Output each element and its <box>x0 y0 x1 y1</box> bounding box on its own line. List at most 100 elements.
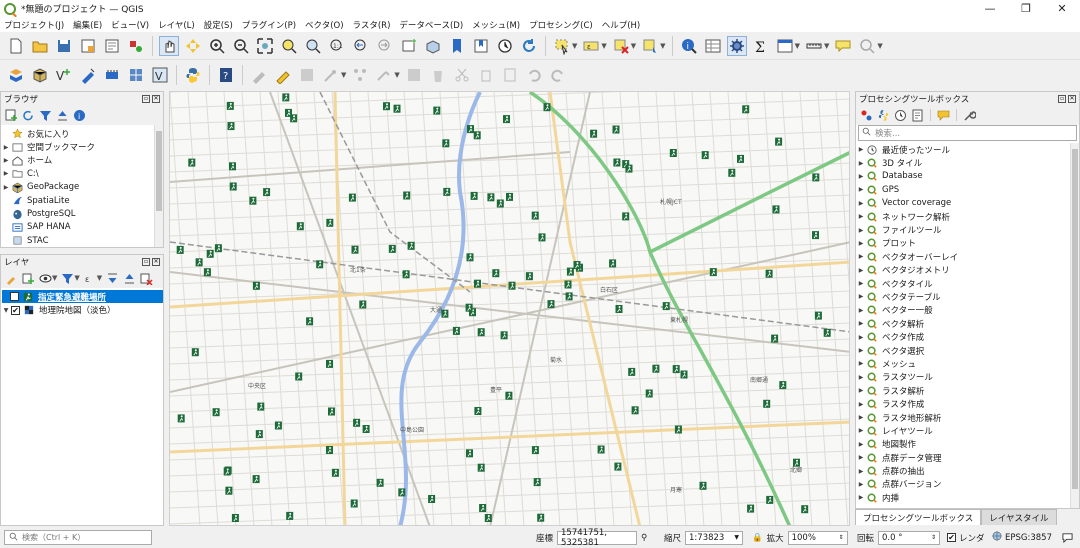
zoom-to-layer-icon[interactable] <box>303 36 323 56</box>
processing-item[interactable]: ▶ ベクタテーブル <box>856 290 1079 303</box>
processing-item[interactable]: ▶ ファイルツール <box>856 223 1079 236</box>
collapse-all-layers-icon[interactable] <box>122 271 137 286</box>
locator-icon[interactable] <box>857 36 877 56</box>
menu-help[interactable]: ヘルプ(H) <box>602 19 641 31</box>
layer-visibility-checkbox[interactable]: ✔ <box>11 305 20 315</box>
magnifier-field[interactable]: 100% ⇕ <box>787 530 848 545</box>
crs-status[interactable]: EPSG:3857 <box>992 529 1052 546</box>
add-group-icon[interactable] <box>21 271 36 286</box>
layer-visibility-checkbox[interactable]: ✔ <box>10 292 19 302</box>
show-bookmarks-icon[interactable] <box>471 36 491 56</box>
browser-item-saphana[interactable]: SAP HANA <box>1 221 163 234</box>
select-by-value-icon[interactable]: ε <box>581 36 601 56</box>
zoom-out-icon[interactable] <box>231 36 251 56</box>
new-print-layout-icon[interactable] <box>78 36 98 56</box>
render-checkbox[interactable]: ✔ <box>947 533 956 542</box>
processing-item[interactable]: ▶ GPS <box>856 183 1079 196</box>
close-button[interactable]: ✕ <box>1044 0 1080 17</box>
expand-all-icon[interactable] <box>105 271 120 286</box>
processing-item[interactable]: ▶ ラスタツール <box>856 371 1079 384</box>
measure-icon[interactable] <box>804 36 824 56</box>
float-panel-button[interactable]: ▫ <box>142 94 150 103</box>
add-geopackage-icon[interactable] <box>30 65 50 85</box>
browser-item-drive[interactable]: ▶ C:\ <box>1 167 163 180</box>
new-shapefile-icon[interactable]: V <box>54 65 74 85</box>
options-wrench-icon[interactable] <box>962 108 977 123</box>
processing-item[interactable]: ▶ 地図製作 <box>856 438 1079 451</box>
add-raster-icon[interactable] <box>126 65 146 85</box>
layout-manager-icon[interactable] <box>102 36 122 56</box>
toggle-editing-icon[interactable] <box>273 65 293 85</box>
processing-item[interactable]: ▶ Vector coverage <box>856 197 1079 210</box>
browser-item-spatialite[interactable]: SpatiaLite <box>1 194 163 207</box>
browser-item-favorites[interactable]: お気に入り <box>1 127 163 140</box>
digitize-icon[interactable] <box>78 65 98 85</box>
scale-field[interactable]: 1:73823 ▼ <box>685 530 744 545</box>
processing-item[interactable]: ▶ ベクタタイル <box>856 277 1079 290</box>
processing-item[interactable]: ▶ 3D タイル <box>856 156 1079 169</box>
browser-item-postgresql[interactable]: PostgreSQL <box>1 207 163 220</box>
menu-project[interactable]: プロジェクト(J) <box>4 19 64 31</box>
browser-item-bookmarks[interactable]: ▶ 空間ブックマーク <box>1 140 163 153</box>
zoom-to-selection-icon[interactable] <box>279 36 299 56</box>
menu-vector[interactable]: ベクタ(O) <box>305 19 343 31</box>
processing-item[interactable]: ▶ メッシュ <box>856 357 1079 370</box>
python-console-icon[interactable] <box>183 65 203 85</box>
data-source-manager-icon[interactable] <box>6 65 26 85</box>
menu-edit[interactable]: 編集(E) <box>73 19 102 31</box>
close-panel-button[interactable]: ✕ <box>152 94 160 103</box>
history-icon[interactable] <box>893 108 908 123</box>
processing-item[interactable]: ▶ ベクタ選択 <box>856 344 1079 357</box>
layer-row-shelters[interactable]: ✔ 指定緊急避難場所 <box>2 290 163 304</box>
processing-item[interactable]: ▶ ベクタ解析 <box>856 317 1079 330</box>
locator-search-input[interactable]: 検索（Ctrl + K） <box>4 530 152 545</box>
add-vector-icon[interactable]: V <box>150 65 170 85</box>
open-layer-styling-icon[interactable] <box>4 271 19 286</box>
processing-item[interactable]: ▶ 点群の抽出 <box>856 464 1079 477</box>
in-place-edit-icon[interactable] <box>936 108 951 123</box>
processing-item[interactable]: ▶ ラスタ解析 <box>856 384 1079 397</box>
processing-item[interactable]: ▶ 最近使ったツール <box>856 143 1079 156</box>
select-features-icon[interactable] <box>552 36 572 56</box>
map-canvas[interactable]: 中央区 白石区 北1条 大通 札幌JCT 中島公園 南郷通 北郷 豊平 月寒 菊… <box>169 91 850 526</box>
processing-item[interactable]: ▶ 点群データ管理 <box>856 451 1079 464</box>
manage-visibility-icon[interactable] <box>38 271 53 286</box>
processing-item[interactable]: ▶ 内挿 <box>856 491 1079 504</box>
menu-layer[interactable]: レイヤ(L) <box>158 19 195 31</box>
tab-layer-styling[interactable]: レイヤスタイル <box>981 509 1057 525</box>
select-location-icon[interactable] <box>640 36 660 56</box>
browser-item-home[interactable]: ▶ ホーム <box>1 154 163 167</box>
processing-item[interactable]: ▶ ラスタ作成 <box>856 397 1079 410</box>
identify-icon[interactable]: i <box>679 36 699 56</box>
new-bookmark-icon[interactable] <box>447 36 467 56</box>
new-memory-layer-icon[interactable] <box>102 65 122 85</box>
processing-item[interactable]: ▶ ネットワーク解析 <box>856 210 1079 223</box>
refresh-icon[interactable] <box>519 36 539 56</box>
zoom-in-icon[interactable] <box>207 36 227 56</box>
messages-icon[interactable] <box>1062 529 1073 546</box>
collapse-all-icon[interactable] <box>55 108 70 123</box>
attribute-table-icon[interactable] <box>703 36 723 56</box>
filter-browser-icon[interactable] <box>38 108 53 123</box>
close-panel-button[interactable]: ✕ <box>1068 94 1076 103</box>
style-manager-icon[interactable] <box>126 36 146 56</box>
pan-map-icon[interactable] <box>159 35 179 56</box>
close-panel-button[interactable]: ✕ <box>152 257 160 266</box>
filter-expression-icon[interactable]: ε <box>83 271 98 286</box>
float-panel-button[interactable]: ▫ <box>142 257 150 266</box>
new-map-view-icon[interactable] <box>399 36 419 56</box>
browser-item-geopackage[interactable]: ▶ GeoPackage <box>1 181 163 194</box>
properties-icon[interactable]: i <box>72 108 87 123</box>
processing-item[interactable]: ▶ ベクタジオメトリ <box>856 264 1079 277</box>
deselect-features-icon[interactable] <box>611 36 631 56</box>
menu-plugins[interactable]: プラグイン(P) <box>242 19 296 31</box>
processing-item[interactable]: ▶ プロット <box>856 237 1079 250</box>
coordinate-field[interactable]: 15741751, 5325381 <box>557 528 638 548</box>
zoom-next-icon[interactable] <box>375 36 395 56</box>
menu-settings[interactable]: 設定(S) <box>204 19 233 31</box>
map-tips-icon[interactable] <box>833 36 853 56</box>
processing-item[interactable]: ▶ ベクター一般 <box>856 304 1079 317</box>
maximize-button[interactable]: ❐ <box>1008 0 1044 17</box>
processing-item[interactable]: ▶ レイヤツール <box>856 424 1079 437</box>
tab-processing-toolbox[interactable]: プロセシングツールボックス <box>855 509 982 525</box>
